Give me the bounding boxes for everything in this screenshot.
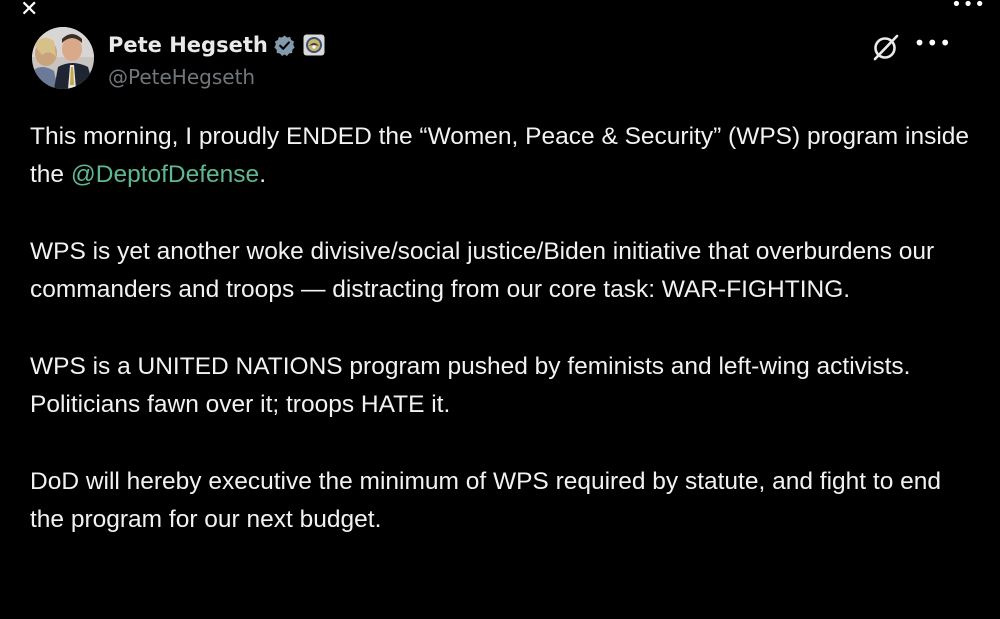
- handle[interactable]: @PeteHegseth: [108, 65, 255, 89]
- tweet-screen: ✕ ••• Pete Hegseth @PeteHegseth ••• This…: [0, 0, 1000, 619]
- tweet-paragraph-4: DoD will hereby executive the minimum of…: [30, 468, 942, 533]
- mention-link[interactable]: @DeptofDefense: [71, 161, 259, 188]
- department-seal-icon[interactable]: [303, 34, 325, 56]
- tweet-paragraph-3: WPS is a UNITED NATIONS program pushed b…: [30, 353, 911, 418]
- display-name[interactable]: Pete Hegseth: [108, 33, 268, 57]
- grok-icon[interactable]: [870, 31, 902, 63]
- tweet-paragraph-1: This morning, I proudly ENDED the “Women…: [30, 118, 970, 194]
- tweet-paragraph-2: WPS is yet another woke divisive/social …: [30, 238, 935, 303]
- avatar-photo-icon: [32, 27, 94, 89]
- avatar[interactable]: [32, 27, 94, 89]
- name-row: Pete Hegseth: [108, 31, 325, 59]
- tweet-text: This morning, I proudly ENDED the “Women…: [30, 118, 970, 578]
- close-icon[interactable]: ✕: [20, 0, 38, 21]
- tweet-text-segment: .: [259, 161, 266, 188]
- window-more-icon[interactable]: •••: [951, 0, 986, 14]
- tweet-header: Pete Hegseth @PeteHegseth •••: [32, 27, 960, 93]
- more-options-icon[interactable]: •••: [914, 33, 952, 53]
- verified-check-icon[interactable]: [273, 34, 296, 57]
